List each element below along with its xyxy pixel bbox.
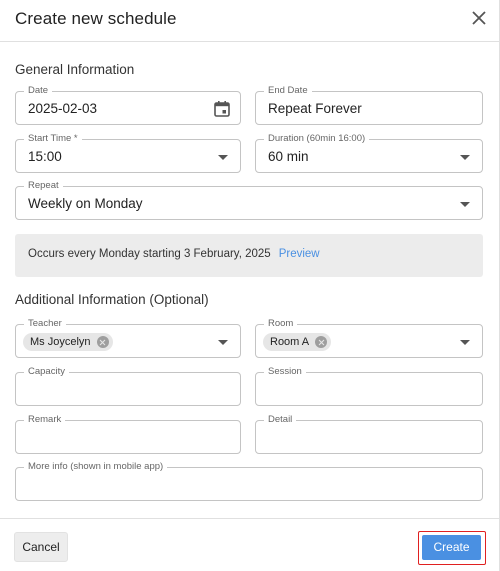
occurrence-summary: Occurs every Monday starting 3 February,… [15, 234, 483, 277]
more-info-field[interactable]: More info (shown in mobile app) [15, 461, 483, 501]
room-label: Room [264, 318, 298, 330]
teacher-select[interactable]: Teacher Ms Joycelyn [15, 318, 241, 358]
date-field[interactable]: Date 2025-02-03 [15, 85, 241, 125]
close-icon[interactable] [469, 8, 489, 28]
more-info-label: More info (shown in mobile app) [24, 461, 168, 473]
dialog-footer: Cancel Create [0, 518, 500, 571]
additional-information-heading: Additional Information (Optional) [15, 292, 209, 307]
start-time-select[interactable]: Start Time * 15:00 [15, 133, 241, 173]
end-date-field[interactable]: End Date Repeat Forever [255, 85, 483, 125]
chevron-down-icon[interactable] [460, 155, 470, 160]
capacity-field[interactable]: Capacity [15, 366, 241, 406]
room-chip-label: Room A [270, 336, 310, 348]
start-time-value: 15:00 [28, 149, 62, 164]
duration-select[interactable]: Duration (60min 16:00) 60 min [255, 133, 483, 173]
teacher-chip-label: Ms Joycelyn [30, 336, 91, 348]
chevron-down-icon[interactable] [218, 155, 228, 160]
date-value: 2025-02-03 [28, 101, 98, 116]
general-information-heading: General Information [15, 62, 135, 77]
session-field[interactable]: Session [255, 366, 483, 406]
room-select[interactable]: Room Room A [255, 318, 483, 358]
room-chip: Room A [263, 333, 332, 351]
end-date-value: Repeat Forever [268, 101, 362, 116]
teacher-chip: Ms Joycelyn [23, 333, 113, 351]
occurrence-text: Occurs every Monday starting 3 February,… [28, 248, 271, 260]
repeat-label: Repeat [24, 180, 63, 192]
detail-field[interactable]: Detail [255, 414, 483, 454]
chevron-down-icon[interactable] [460, 202, 470, 207]
create-button[interactable]: Create [422, 535, 481, 560]
repeat-select[interactable]: Repeat Weekly on Monday [15, 180, 483, 220]
preview-link[interactable]: Preview [279, 248, 320, 260]
start-time-label: Start Time * [24, 133, 82, 145]
detail-label: Detail [264, 414, 297, 426]
remove-chip-icon[interactable] [96, 336, 109, 348]
calendar-icon[interactable] [213, 100, 231, 118]
chevron-down-icon[interactable] [460, 340, 470, 345]
remove-chip-icon[interactable] [315, 336, 328, 348]
teacher-label: Teacher [24, 318, 66, 330]
end-date-label: End Date [264, 85, 312, 97]
date-label: Date [24, 85, 53, 97]
dialog-header: Create new schedule [0, 0, 500, 42]
chevron-down-icon[interactable] [218, 340, 228, 345]
create-schedule-dialog: Create new schedule General Information … [0, 0, 500, 571]
cancel-button[interactable]: Cancel [14, 532, 68, 562]
occurrence-text-line: Occurs every Monday starting 3 February,… [28, 248, 320, 260]
duration-label: Duration (60min 16:00) [264, 133, 370, 145]
create-button-highlight: Create [418, 531, 486, 565]
capacity-label: Capacity [24, 366, 69, 378]
repeat-value: Weekly on Monday [28, 196, 143, 211]
dialog-title: Create new schedule [15, 9, 177, 28]
session-label: Session [264, 366, 306, 378]
duration-value: 60 min [268, 149, 309, 164]
remark-field[interactable]: Remark [15, 414, 241, 454]
remark-label: Remark [24, 414, 66, 426]
